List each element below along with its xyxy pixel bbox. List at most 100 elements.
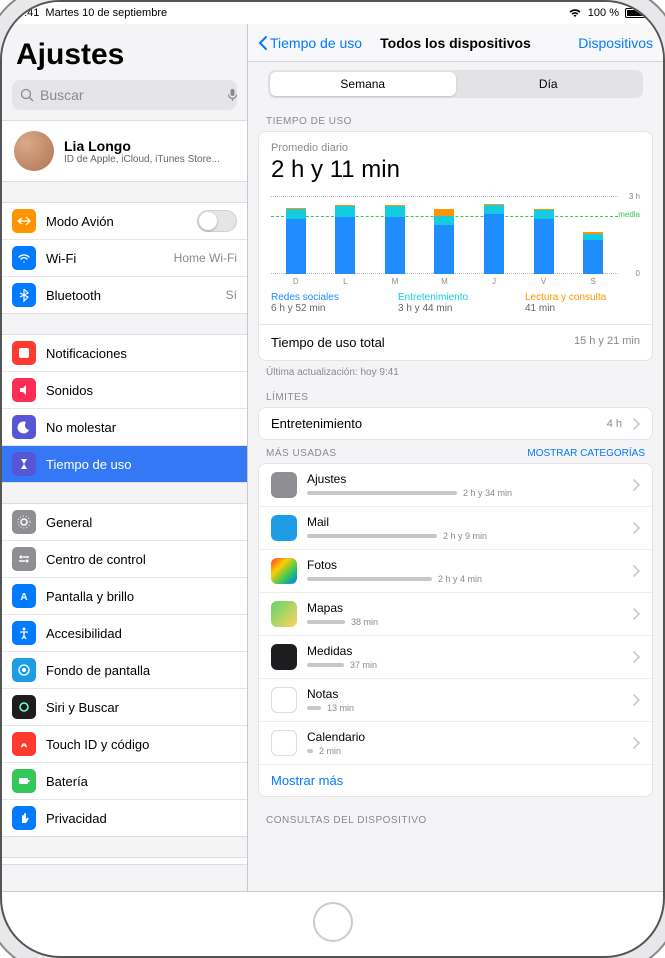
axis-media-label: media bbox=[618, 210, 640, 219]
sidebar-item-sounds[interactable]: Sonidos bbox=[2, 372, 247, 409]
sidebar-item-wallpaper[interactable]: Fondo de pantalla bbox=[2, 652, 247, 689]
app-usage-time: 13 min bbox=[327, 703, 354, 713]
apple-id-row[interactable]: Lia Longo ID de Apple, iCloud, iTunes St… bbox=[2, 120, 247, 182]
battery-icon bbox=[625, 8, 647, 18]
chevron-right-icon bbox=[632, 522, 640, 534]
app-usage-bar bbox=[307, 706, 321, 710]
navbar: Tiempo de uso Todos los dispositivos Dis… bbox=[248, 24, 663, 62]
chart-day-label: M bbox=[441, 277, 448, 286]
chevron-right-icon bbox=[632, 694, 640, 706]
sidebar-item-airplane[interactable]: Modo Avión bbox=[2, 203, 247, 240]
sidebar-item-control-center[interactable]: Centro de control bbox=[2, 541, 247, 578]
sidebar-item-siri[interactable]: Siri y Buscar bbox=[2, 689, 247, 726]
limit-name: Entretenimiento bbox=[271, 416, 597, 431]
sidebar-item-bluetooth[interactable]: Bluetooth Sí bbox=[2, 277, 247, 313]
show-more-link[interactable]: Mostrar más bbox=[259, 765, 652, 796]
chart-day-label: V bbox=[541, 277, 546, 286]
status-date: Martes 10 de septiembre bbox=[45, 7, 167, 19]
search-field[interactable] bbox=[12, 80, 237, 110]
chart-day-label: L bbox=[343, 277, 347, 286]
app-usage-row[interactable]: Ajustes 2 h y 34 min bbox=[259, 464, 652, 507]
section-header-limits: LÍMITES bbox=[258, 384, 653, 407]
chart-legend: Redes sociales 6 h y 52 min Entretenimie… bbox=[271, 292, 640, 314]
sidebar-item-label: Siri y Buscar bbox=[46, 700, 237, 715]
app-name: Notas bbox=[307, 687, 622, 701]
sidebar-item-label: No molestar bbox=[46, 420, 237, 435]
battery-settings-icon bbox=[12, 769, 36, 793]
search-input[interactable] bbox=[40, 87, 221, 103]
sidebar-item-accessibility[interactable]: Accesibilidad bbox=[2, 615, 247, 652]
sidebar-item-label: Touch ID y código bbox=[46, 737, 237, 752]
mic-icon[interactable] bbox=[227, 88, 238, 102]
legend-reading-label: Lectura y consulta bbox=[525, 292, 640, 303]
app-usage-time: 2 h y 9 min bbox=[443, 531, 487, 541]
week-day-segmented[interactable]: Semana Día bbox=[268, 70, 643, 98]
limits-card: Entretenimiento 4 h bbox=[258, 407, 653, 440]
home-button[interactable] bbox=[313, 902, 353, 942]
chevron-right-icon bbox=[632, 418, 640, 430]
sidebar-item-label: Modo Avión bbox=[46, 214, 197, 229]
segment-day[interactable]: Día bbox=[456, 72, 642, 96]
app-icon bbox=[271, 515, 297, 541]
sidebar-item-wifi[interactable]: Wi-Fi Home Wi-Fi bbox=[2, 240, 247, 277]
sidebar-item-label: Bluetooth bbox=[46, 288, 226, 303]
daily-avg-value: 2 h y 11 min bbox=[271, 156, 640, 184]
profile-subtitle: ID de Apple, iCloud, iTunes Store... bbox=[64, 154, 220, 165]
avatar bbox=[14, 131, 54, 171]
back-button[interactable]: Tiempo de uso bbox=[258, 35, 362, 51]
status-bar: 9:41 Martes 10 de septiembre 100 % bbox=[2, 2, 663, 24]
last-updated: Última actualización: hoy 9:41 bbox=[258, 361, 653, 384]
app-usage-bar bbox=[307, 491, 457, 495]
app-usage-row[interactable]: Medidas37 min bbox=[259, 636, 652, 679]
limit-value: 4 h bbox=[607, 418, 622, 430]
sidebar-item-dnd[interactable]: No molestar bbox=[2, 409, 247, 446]
total-label: Tiempo de uso total bbox=[271, 335, 385, 350]
app-usage-row[interactable]: Mapas38 min bbox=[259, 593, 652, 636]
app-usage-bar bbox=[307, 534, 437, 538]
sidebar-item-touchid[interactable]: Touch ID y código bbox=[2, 726, 247, 763]
connectivity-group: Modo Avión Wi-Fi Home Wi-Fi Bluetooth Sí bbox=[2, 202, 247, 314]
bluetooth-icon bbox=[12, 283, 36, 307]
sidebar-item-label: Batería bbox=[46, 774, 237, 789]
wifi-icon bbox=[568, 8, 582, 18]
app-usage-time: 2 h y 34 min bbox=[463, 488, 512, 498]
app-usage-row[interactable]: Notas 13 min bbox=[259, 679, 652, 722]
limit-entertainment-row[interactable]: Entretenimiento 4 h bbox=[259, 408, 652, 439]
chart-day-label: D bbox=[293, 277, 299, 286]
show-categories-link[interactable]: MOSTRAR CATEGORÍAS bbox=[527, 448, 645, 459]
total-usage-row[interactable]: Tiempo de uso total 15 h y 21 min bbox=[259, 324, 652, 360]
sidebar-item-label: Tiempo de uso bbox=[46, 457, 237, 472]
sidebar-item-label: Centro de control bbox=[46, 552, 237, 567]
chevron-right-icon bbox=[632, 651, 640, 663]
sidebar-item-screentime[interactable]: Tiempo de uso bbox=[2, 446, 247, 482]
app-usage-row[interactable]: Mail2 h y 9 min bbox=[259, 507, 652, 550]
total-value: 15 h y 21 min bbox=[574, 335, 640, 350]
sidebar-item-label: Accesibilidad bbox=[46, 626, 237, 641]
detail-scroll[interactable]: Semana Día TIEMPO DE USO Promedio diario… bbox=[248, 62, 663, 891]
wallpaper-icon bbox=[12, 658, 36, 682]
sidebar-item-general[interactable]: General bbox=[2, 504, 247, 541]
search-icon bbox=[20, 88, 34, 102]
section-header-pickups: CONSULTAS DEL DISPOSITIVO bbox=[258, 807, 653, 830]
general-group: General Centro de control A Pantalla y b… bbox=[2, 503, 247, 837]
sidebar-item-privacy[interactable]: Privacidad bbox=[2, 800, 247, 836]
bluetooth-value: Sí bbox=[226, 288, 237, 302]
chevron-left-icon bbox=[258, 35, 268, 51]
sidebar-item-label: Notificaciones bbox=[46, 346, 237, 361]
legend-social-label: Redes sociales bbox=[271, 292, 386, 303]
fingerprint-icon bbox=[12, 732, 36, 756]
sidebar-item-display[interactable]: A Pantalla y brillo bbox=[2, 578, 247, 615]
sidebar-item-notifications[interactable]: Notificaciones bbox=[2, 335, 247, 372]
app-icon bbox=[271, 687, 297, 713]
devices-button[interactable]: Dispositivos bbox=[578, 35, 653, 51]
app-usage-time: 2 h y 4 min bbox=[438, 574, 482, 584]
control-center-icon bbox=[12, 547, 36, 571]
ipad-frame: 9:41 Martes 10 de septiembre 100 % Ajust… bbox=[0, 0, 665, 958]
app-usage-row[interactable]: Calendario2 min bbox=[259, 722, 652, 765]
segment-week[interactable]: Semana bbox=[270, 72, 456, 96]
airplane-toggle[interactable] bbox=[197, 210, 237, 232]
app-name: Ajustes bbox=[307, 472, 622, 486]
usage-chart: 3 h media 0 DLMMJVS bbox=[271, 188, 640, 274]
app-usage-row[interactable]: Fotos2 h y 4 min bbox=[259, 550, 652, 593]
sidebar-item-battery[interactable]: Batería bbox=[2, 763, 247, 800]
